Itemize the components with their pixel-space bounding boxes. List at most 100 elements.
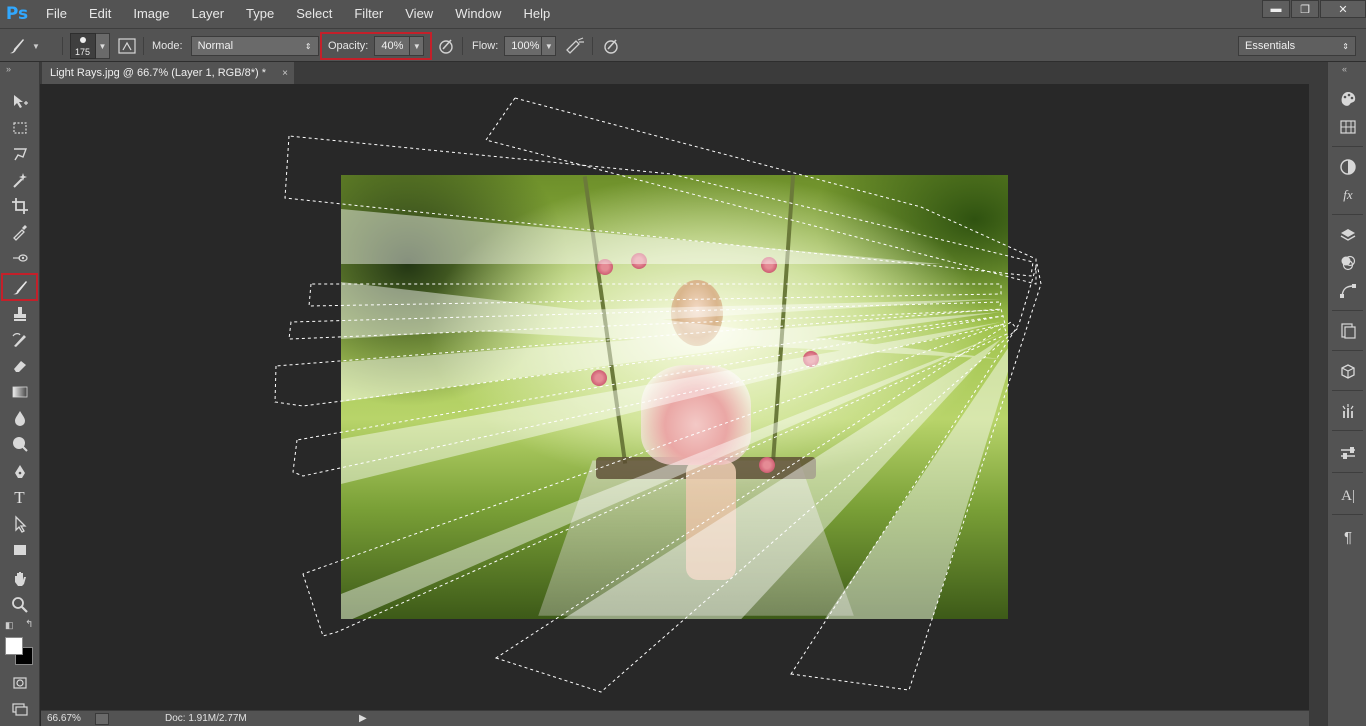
eyedropper-icon (12, 225, 27, 241)
gradient-tool[interactable] (3, 380, 36, 404)
divider (1332, 146, 1363, 147)
pressure-opacity-icon (439, 39, 453, 54)
menu-file[interactable]: File (34, 0, 78, 28)
paragraph-icon[interactable]: ¶ (1336, 526, 1360, 548)
light-ray-fills (341, 209, 1008, 619)
workspace-value: Essentials (1245, 40, 1296, 52)
brush-presets-icon (1342, 404, 1354, 418)
move-tool[interactable] (3, 90, 36, 114)
divider (143, 37, 144, 55)
menu-window[interactable]: Window (444, 0, 512, 28)
menu-bar: Ps File Edit Image Layer Type Select Fil… (0, 0, 1366, 28)
mode-select[interactable]: Normal ⇕ (190, 36, 319, 56)
marquee-icon (12, 122, 27, 134)
hand-tool[interactable] (3, 567, 36, 591)
panel-dock-gutter (1309, 62, 1327, 726)
pressure-size-toggle[interactable] (601, 29, 621, 63)
swap-colors-icon[interactable]: ↰ (25, 619, 33, 630)
airbrush-toggle[interactable] (564, 29, 586, 63)
swatches-panel-button[interactable] (1336, 116, 1360, 138)
dodge-icon (12, 437, 28, 452)
rectangle-icon (13, 545, 26, 555)
brush-presets-panel-button[interactable] (1336, 400, 1360, 422)
canvas-area[interactable] (41, 84, 1309, 710)
opacity-input[interactable]: 40% (374, 36, 411, 56)
menu-filter[interactable]: Filter (343, 0, 394, 28)
marquee-tool[interactable] (3, 116, 36, 140)
menu-layer[interactable]: Layer (181, 0, 236, 28)
properties-icon (1341, 364, 1355, 379)
magic-wand-tool[interactable] (3, 168, 36, 192)
styles-icon[interactable]: fx (1336, 184, 1360, 206)
hand-icon (14, 572, 26, 586)
type-tool[interactable]: T (3, 486, 36, 510)
dodge-tool[interactable] (3, 432, 36, 456)
document-tab[interactable]: Light Rays.jpg @ 66.7% (Layer 1, RGB/8*)… (42, 62, 294, 84)
color-panel-icon (1341, 92, 1356, 106)
crop-icon (11, 198, 28, 214)
blur-tool[interactable] (3, 406, 36, 430)
tool-presets-panel-button[interactable] (1336, 442, 1360, 464)
minimize-button[interactable]: ▬ (1262, 0, 1290, 18)
divider (1332, 472, 1363, 473)
flow-dropdown[interactable]: ▼ (542, 36, 557, 56)
crop-tool[interactable] (3, 194, 36, 218)
status-menu-arrow-icon[interactable]: ▶ (359, 713, 367, 724)
lasso-tool[interactable] (3, 142, 36, 166)
opacity-dropdown[interactable]: ▼ (410, 36, 425, 56)
foreground-color-swatch[interactable] (5, 637, 23, 655)
history-panel-button[interactable] (1336, 320, 1360, 342)
paths-panel-button[interactable] (1336, 280, 1360, 302)
rectangle-tool[interactable] (3, 538, 36, 562)
tool-preset-picker[interactable]: ▼ (6, 29, 40, 63)
menu-edit[interactable]: Edit (78, 0, 122, 28)
divider (1332, 350, 1363, 351)
tools-panel: » T ◧ ↰ (0, 62, 40, 726)
pen-tool[interactable] (3, 460, 36, 484)
adjustments-panel-button[interactable] (1336, 156, 1360, 178)
chevron-updown-icon: ⇕ (1342, 41, 1349, 51)
close-tab-icon[interactable]: × (282, 68, 288, 79)
quick-mask-button[interactable] (3, 671, 36, 695)
brush-size-picker[interactable]: 175 ▼ (70, 29, 110, 63)
mode-label: Mode: (152, 40, 183, 52)
brush-tool-highlight (1, 273, 38, 301)
expand-panels-icon[interactable]: « (1342, 64, 1347, 74)
menu-help[interactable]: Help (512, 0, 561, 28)
status-info-icon[interactable] (95, 712, 109, 725)
layers-panel-button[interactable] (1336, 224, 1360, 246)
screen-mode-button[interactable] (3, 697, 36, 721)
workspace-select[interactable]: Essentials ⇕ (1238, 36, 1356, 56)
zoom-level-field[interactable]: 66.67% (41, 713, 91, 724)
clone-stamp-tool[interactable] (3, 302, 36, 326)
chevron-down-icon: ▼ (96, 33, 110, 59)
type-icon: T (14, 488, 25, 507)
close-button[interactable]: ✕ (1320, 0, 1366, 18)
menu-type[interactable]: Type (235, 0, 285, 28)
restore-button[interactable]: ❐ (1291, 0, 1319, 18)
spot-healing-tool[interactable] (3, 246, 36, 270)
pressure-opacity-toggle[interactable] (436, 29, 456, 63)
flow-input[interactable]: 100% (504, 36, 543, 56)
channels-panel-button[interactable] (1336, 252, 1360, 274)
collapse-panel-icon[interactable]: » (6, 64, 11, 74)
zoom-tool[interactable] (3, 593, 36, 617)
workspace-switcher[interactable]: Essentials ⇕ (1238, 29, 1356, 63)
spot-healing-icon (12, 254, 28, 262)
brush-size-swatch: 175 (70, 33, 96, 59)
flow-value: 100% (511, 40, 540, 52)
menu-view[interactable]: View (394, 0, 444, 28)
menu-select[interactable]: Select (285, 0, 343, 28)
brush-panel-toggle[interactable] (117, 29, 137, 63)
eyedropper-tool[interactable] (3, 220, 36, 244)
eraser-tool[interactable] (3, 354, 36, 378)
properties-panel-button[interactable] (1336, 360, 1360, 382)
default-colors-icon[interactable]: ◧ (5, 620, 14, 631)
history-brush-tool[interactable] (3, 328, 36, 352)
color-panel-button[interactable] (1336, 88, 1360, 110)
character-icon[interactable]: A| (1336, 485, 1360, 507)
flow-group: Flow: 100% ▼ (472, 29, 557, 63)
menu-image[interactable]: Image (122, 0, 180, 28)
divider (1332, 514, 1363, 515)
path-selection-tool[interactable] (3, 512, 36, 536)
